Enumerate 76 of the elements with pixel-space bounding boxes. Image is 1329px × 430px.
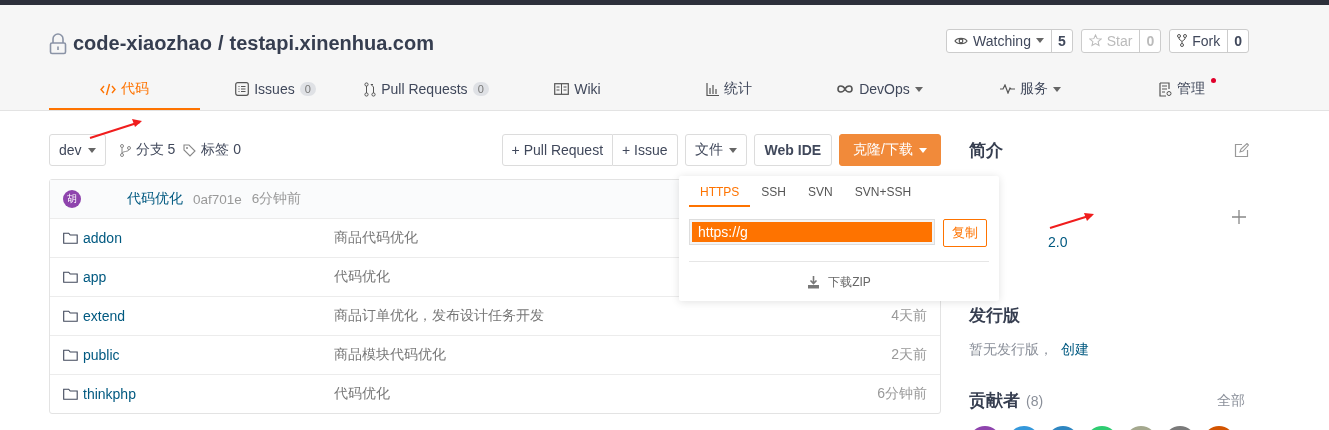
new-button[interactable]: + Pull Request <box>501 134 614 166</box>
commit-message[interactable]: 商品模块代码优化 <box>334 346 892 364</box>
fork-button[interactable]: Fork 0 <box>1169 28 1249 53</box>
fork-icon <box>1177 34 1188 47</box>
nav-tab[interactable]: 管理 <box>1106 70 1257 110</box>
new-button[interactable]: + Issue <box>613 134 678 166</box>
folder-link[interactable]: app <box>63 269 334 285</box>
license-text[interactable]: 2.0 <box>1048 234 1249 250</box>
branch-icon <box>119 143 131 157</box>
caret-icon <box>919 147 927 153</box>
tag-icon <box>183 143 197 157</box>
commit-time: 4天前 <box>891 307 927 325</box>
count-badge: 0 <box>472 82 489 96</box>
infinity-icon <box>836 84 855 94</box>
nav-tab[interactable]: Issues 0 <box>200 70 351 110</box>
star-icon <box>1088 34 1102 47</box>
commit-message[interactable]: 代码优化 <box>334 385 878 403</box>
caret-icon <box>728 147 737 153</box>
watch-button[interactable]: Watching 5 <box>946 28 1073 53</box>
file-dropdown[interactable]: 文件 <box>684 134 747 166</box>
nav-tab[interactable]: 服务 <box>955 70 1106 110</box>
commit-message[interactable]: 商品订单优化，发布设计任务开发 <box>334 307 892 325</box>
tags-link[interactable]: 标签 0 <box>183 141 241 159</box>
caret-icon <box>1035 38 1044 43</box>
folder-icon <box>63 388 78 400</box>
avatar: 胡 <box>63 190 81 208</box>
protocol-tab[interactable]: SSH <box>750 185 798 207</box>
branches-link[interactable]: 分支 5 <box>119 141 176 159</box>
folder-icon <box>63 232 78 244</box>
nav-tab[interactable]: Wiki <box>502 70 653 110</box>
code-icon <box>100 82 116 96</box>
caret-icon <box>87 147 96 153</box>
list-icon <box>235 82 250 96</box>
nav-tab[interactable]: Pull Requests 0 <box>351 70 502 110</box>
path-separator: / <box>217 32 224 55</box>
empty-releases-text: 暂无发行版， <box>969 341 1053 357</box>
contributor-count: (8) <box>1026 392 1044 409</box>
caret-icon <box>1053 86 1061 92</box>
pulse-icon <box>1000 84 1015 94</box>
edit-icon[interactable] <box>1234 143 1249 158</box>
nav-tab[interactable]: 统计 <box>653 70 804 110</box>
section-title: 发行版 <box>969 305 1020 327</box>
folder-icon <box>63 310 78 322</box>
folder-link[interactable]: thinkphp <box>63 386 334 402</box>
web-ide-button[interactable]: Web IDE <box>753 134 833 166</box>
plus-icon[interactable] <box>1232 210 1246 224</box>
bar-chart-icon <box>705 82 719 96</box>
book-icon <box>554 83 570 95</box>
folder-icon <box>63 349 78 361</box>
section-title: 简介 <box>969 140 1003 162</box>
folder-link[interactable]: public <box>63 347 334 363</box>
branch-icon <box>364 81 377 97</box>
commit-time: 6分钟前 <box>877 385 927 403</box>
branch-dropdown[interactable]: dev <box>49 134 106 166</box>
nav-tab[interactable]: DevOps <box>804 70 955 110</box>
protocol-tab[interactable]: SVN <box>797 185 844 207</box>
annotation-arrow <box>1049 213 1094 229</box>
count-badge: 0 <box>299 82 316 96</box>
view-all-link[interactable]: 全部 <box>1217 391 1245 410</box>
caret-icon <box>914 86 923 92</box>
eye-icon <box>954 35 969 46</box>
folder-icon <box>63 271 78 283</box>
commit-time: 6分钟前 <box>251 190 302 208</box>
commit-message-link[interactable]: 代码优化 <box>127 190 183 208</box>
download-zip-link[interactable]: 下载ZIP <box>689 274 989 291</box>
folder-link[interactable]: extend <box>63 308 334 324</box>
repo-name-link[interactable]: testapi.xinenhua.com <box>229 32 434 55</box>
document-icon <box>1158 81 1172 97</box>
annotation-arrow <box>89 119 142 139</box>
section-title: 贡献者 <box>969 390 1020 412</box>
folder-link[interactable]: addon <box>63 230 334 246</box>
download-icon <box>807 276 821 289</box>
commit-time: 2天前 <box>891 346 927 364</box>
repo-owner-link[interactable]: code-xiaozhao <box>73 32 212 55</box>
protocol-tab[interactable]: SVN+SSH <box>843 185 923 207</box>
create-link[interactable]: 创建 <box>1061 341 1089 357</box>
